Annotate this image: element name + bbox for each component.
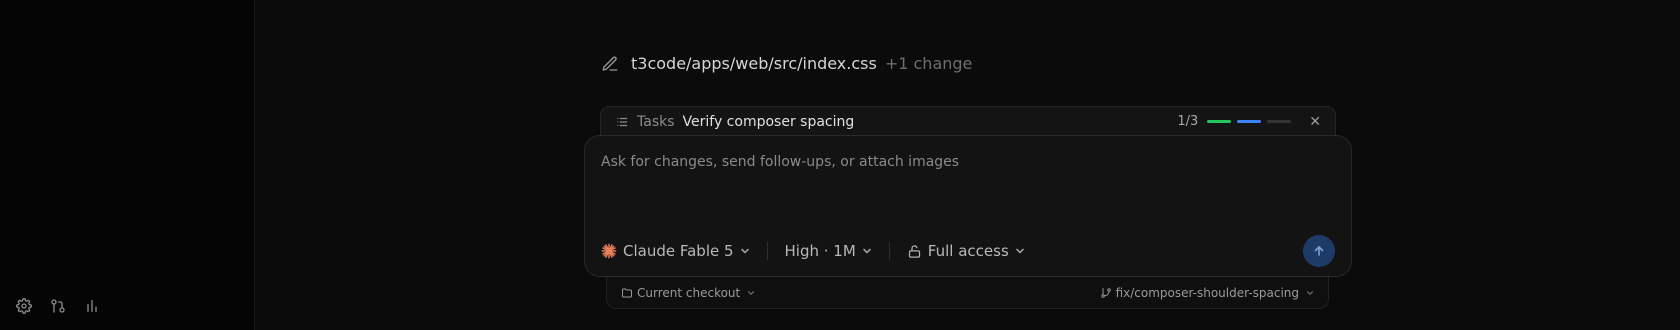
current-task[interactable]: Verify composer spacing: [683, 114, 855, 130]
effort-selector[interactable]: High · 1M: [785, 242, 872, 260]
changed-file-path[interactable]: t3code/apps/web/src/index.css: [631, 54, 877, 73]
git-compare-icon[interactable]: [48, 296, 68, 316]
settings-icon[interactable]: [14, 296, 34, 316]
access-label: Full access: [927, 242, 1009, 260]
model-name: Claude Fable 5: [623, 242, 734, 260]
git-branch-icon: [1100, 287, 1111, 298]
tasks-label: Tasks: [637, 113, 675, 130]
progress-segment-pending: [1267, 120, 1292, 123]
close-icon[interactable]: ✕: [1309, 114, 1321, 130]
tasks-panel: Tasks Verify composer spacing 1/3 ✕: [600, 106, 1336, 136]
sidebar: [0, 0, 255, 330]
app-window: t3code/apps/web/src/index.css +1 change …: [0, 0, 1680, 330]
access-selector[interactable]: Full access: [907, 242, 1025, 260]
context-bar: Current checkout fix/composer-shoulder-s…: [606, 277, 1329, 309]
tasks-count: 1/3: [1177, 114, 1199, 129]
lock-open-icon: [908, 244, 920, 258]
bar-chart-icon[interactable]: [82, 296, 102, 316]
progress-segment-done: [1207, 120, 1232, 123]
claude-logo-icon: [601, 243, 617, 259]
chevron-down-icon: [740, 248, 749, 254]
folder-icon: [622, 288, 632, 297]
chevron-down-icon: [748, 290, 755, 295]
chevron-down-icon: [862, 248, 871, 254]
progress-segment-active: [1237, 120, 1262, 123]
branch-selector[interactable]: fix/composer-shoulder-spacing: [1100, 286, 1314, 300]
send-button[interactable]: [1303, 235, 1335, 267]
toolbar-divider: [766, 242, 768, 260]
checkout-label: Current checkout: [637, 285, 741, 300]
effort-label: High · 1M: [784, 242, 856, 260]
composer: Claude Fable 5 High · 1M Full access: [584, 135, 1352, 277]
arrow-up-icon: [1314, 246, 1324, 256]
pencil-icon: [602, 56, 618, 71]
sidebar-footer: [14, 296, 102, 316]
composer-input[interactable]: [601, 154, 1331, 170]
toolbar-divider: [888, 242, 890, 260]
branch-name: fix/composer-shoulder-spacing: [1115, 285, 1299, 300]
checkout-selector[interactable]: Current checkout: [621, 286, 755, 300]
chevron-down-icon: [1015, 248, 1024, 254]
change-count[interactable]: +1 change: [885, 54, 973, 73]
chevron-down-icon: [1306, 290, 1314, 295]
model-selector[interactable]: Claude Fable 5: [601, 242, 750, 260]
tasks-progress: 1/3 ✕: [1177, 114, 1321, 130]
change-summary[interactable]: t3code/apps/web/src/index.css +1 change: [601, 54, 972, 73]
composer-toolbar: Claude Fable 5 High · 1M Full access: [601, 235, 1335, 267]
list-icon: [617, 117, 628, 126]
